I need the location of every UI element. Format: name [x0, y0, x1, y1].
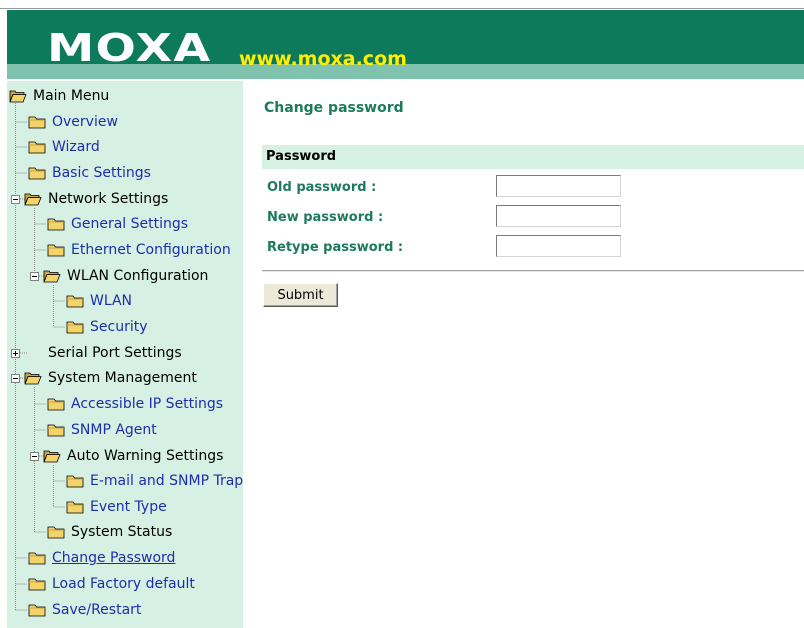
menu-item-auto-warning-settings[interactable]: Auto Warning Settings	[30, 445, 223, 467]
old-password-row: Old password :	[262, 175, 804, 201]
menu-item-label: Auto Warning Settings	[67, 448, 224, 464]
menu-item-label: Ethernet Configuration	[71, 242, 231, 258]
collapse-toggle-icon[interactable]	[30, 271, 39, 281]
section-header: Password	[262, 145, 804, 169]
menu-item-email-snmp-trap[interactable]: E-mail and SNMP Trap	[66, 470, 243, 492]
page-title: Change password	[264, 100, 404, 116]
menu-item-main-menu[interactable]: Main Menu	[9, 85, 109, 107]
menu-item-label: WLAN	[90, 293, 133, 309]
retype-password-input[interactable]	[496, 235, 621, 257]
folder-icon	[47, 244, 65, 257]
folder-icon	[66, 475, 84, 488]
menu-item-network-settings[interactable]: Network Settings	[11, 188, 168, 210]
folder-icon	[66, 295, 84, 308]
menu-item-general-settings[interactable]: General Settings	[47, 213, 188, 235]
collapse-toggle-icon[interactable]	[30, 451, 39, 461]
sidebar-menu: Main Menu Overview Wizard Basic Settings…	[7, 81, 243, 628]
menu-item-change-password[interactable]: Change Password	[28, 547, 175, 569]
menu-item-label: SNMP Agent	[71, 422, 157, 438]
menu-item-label: Network Settings	[48, 191, 169, 207]
menu-item-label: E-mail and SNMP Trap	[90, 473, 243, 489]
menu-item-snmp-agent[interactable]: SNMP Agent	[47, 419, 157, 441]
new-password-row: New password :	[262, 205, 804, 231]
menu-item-label: Save/Restart	[52, 602, 142, 618]
folder-icon	[47, 398, 65, 411]
menu-item-security[interactable]: Security	[66, 316, 148, 338]
new-password-label: New password :	[267, 210, 384, 225]
menu-item-label: Wizard	[52, 139, 100, 155]
menu-item-label: General Settings	[71, 216, 189, 232]
menu-item-wizard[interactable]: Wizard	[28, 136, 100, 158]
menu-item-wlan[interactable]: WLAN	[66, 290, 132, 312]
menu-item-label: System Status	[71, 524, 173, 540]
open-folder-icon	[43, 270, 61, 283]
menu-item-label: Load Factory default	[52, 576, 195, 592]
menu-item-load-factory-default[interactable]: Load Factory default	[28, 573, 195, 595]
menu-item-basic-settings[interactable]: Basic Settings	[28, 162, 151, 184]
moxa-logo: MOXA	[47, 28, 210, 68]
open-folder-icon	[9, 90, 27, 103]
open-folder-icon	[24, 193, 42, 206]
old-password-label: Old password :	[267, 180, 377, 195]
menu-item-system-management[interactable]: System Management	[11, 367, 197, 389]
open-folder-icon	[43, 450, 61, 463]
menu-item-serial-port-settings[interactable]: Serial Port Settings	[11, 342, 182, 364]
menu-item-accessible-ip-settings[interactable]: Accessible IP Settings	[47, 393, 223, 415]
folder-icon	[66, 501, 84, 514]
folder-icon	[66, 321, 84, 334]
menu-item-overview[interactable]: Overview	[28, 111, 118, 133]
folder-icon	[28, 604, 46, 617]
window-top-border	[0, 8, 804, 9]
expand-toggle-icon[interactable]	[11, 348, 20, 358]
menu-item-ethernet-configuration[interactable]: Ethernet Configuration	[47, 239, 231, 261]
header-url: www.moxa.com	[239, 48, 407, 70]
menu-item-wlan-configuration[interactable]: WLAN Configuration	[30, 265, 208, 287]
folder-icon	[47, 526, 65, 539]
retype-password-row: Retype password :	[262, 235, 804, 261]
menu-item-label: Security	[90, 319, 148, 335]
menu-item-label: Overview	[52, 114, 118, 130]
menu-item-event-type[interactable]: Event Type	[66, 496, 167, 518]
open-folder-icon	[24, 372, 42, 385]
menu-item-label: Serial Port Settings	[48, 345, 182, 361]
folder-icon	[47, 218, 65, 231]
new-password-input[interactable]	[496, 205, 621, 227]
retype-password-label: Retype password :	[267, 240, 404, 255]
menu-item-system-status[interactable]: System Status	[47, 521, 172, 543]
menu-item-label: Event Type	[90, 499, 167, 515]
folder-icon	[28, 141, 46, 154]
menu-item-save-restart[interactable]: Save/Restart	[28, 599, 141, 621]
menu-item-label: Basic Settings	[52, 165, 151, 181]
menu-item-label: Accessible IP Settings	[71, 396, 224, 412]
menu-item-label: WLAN Configuration	[67, 268, 209, 284]
folder-icon	[28, 116, 46, 129]
old-password-input[interactable]	[496, 175, 621, 197]
header-banner: MOXA www.moxa.com	[7, 10, 804, 79]
menu-item-label: Main Menu	[33, 88, 110, 104]
collapse-toggle-icon[interactable]	[11, 194, 20, 204]
folder-icon	[28, 578, 46, 591]
collapse-toggle-icon[interactable]	[11, 373, 20, 383]
section-title: Password	[266, 149, 337, 164]
folder-icon	[28, 167, 46, 180]
folder-icon	[47, 424, 65, 437]
brand-logo-text: MOXA	[47, 26, 212, 70]
submit-button[interactable]: Submit	[263, 283, 338, 307]
menu-item-label: Change Password	[52, 550, 176, 566]
form-divider-highlight	[262, 271, 804, 272]
folder-icon	[28, 552, 46, 565]
menu-item-label: System Management	[48, 370, 197, 386]
